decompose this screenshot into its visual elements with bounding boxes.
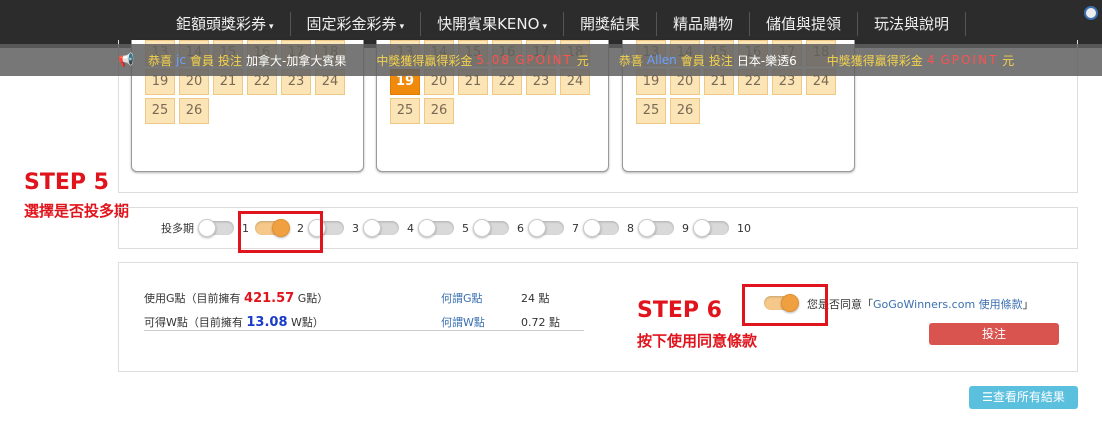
- chevron-down-icon: ▾: [399, 22, 405, 32]
- multi-period-label: 投多期: [161, 222, 194, 235]
- calendar-day[interactable]: 25: [636, 98, 666, 124]
- bet-panel: 使用G點（目前擁有 421.57 G點） 何謂G點 24 點 可得W點（目前擁有…: [118, 262, 1078, 372]
- multi-period-toggle[interactable]: [638, 219, 674, 237]
- multi-period-toggle[interactable]: [363, 219, 399, 237]
- multi-period-toggle[interactable]: [473, 219, 509, 237]
- g-points-cost: 24 點: [521, 292, 550, 305]
- chevron-down-icon: ▾: [269, 22, 274, 32]
- step6-caption: 按下使用同意條款: [637, 332, 758, 350]
- nav-fixed-prize-lottery[interactable]: 固定彩金彩券 ▾: [291, 12, 422, 36]
- chevron-down-icon: ▾: [542, 22, 547, 32]
- multi-period-number: 4: [407, 221, 414, 235]
- multi-period-number: 6: [517, 221, 524, 235]
- what-is-g-link[interactable]: 何謂G點: [441, 290, 483, 306]
- multi-period-number: 9: [682, 221, 689, 235]
- what-is-w-link[interactable]: 何謂W點: [441, 314, 485, 330]
- multi-period-number: 8: [627, 221, 634, 235]
- multi-period-number: 7: [572, 221, 579, 235]
- user-icon[interactable]: [1084, 6, 1098, 20]
- winner-ticker: 📢 恭喜 jc 會員 投注 加拿大-加拿大賓果 中獎獲得贏得彩金 5.08 GPOINT 元…: [0, 44, 1102, 76]
- step6-highlight-box: [742, 284, 828, 326]
- step5-caption: 選擇是否投多期: [24, 202, 130, 220]
- calendar-day[interactable]: 25: [145, 98, 175, 124]
- calendar-day[interactable]: 26: [670, 98, 700, 124]
- divider: [144, 330, 584, 331]
- nav-deposit-withdraw[interactable]: 儲值與提領: [750, 12, 859, 36]
- terms-link[interactable]: GoGoWinners.com 使用條款: [873, 298, 1023, 311]
- multi-period-toggle[interactable]: [528, 219, 564, 237]
- calendar-day[interactable]: 25: [390, 98, 420, 124]
- submit-bet-button[interactable]: 投注: [929, 323, 1059, 345]
- nav-jackpot-lottery[interactable]: 鉅額頭獎彩券 ▾: [160, 12, 291, 36]
- w-points-line: 可得W點（目前擁有 13.08 W點）: [144, 315, 324, 330]
- g-balance: 421.57: [244, 291, 295, 306]
- nav-draw-results[interactable]: 開獎結果: [564, 12, 657, 36]
- multi-period-toggle[interactable]: [583, 219, 619, 237]
- w-points-earned: 0.72 點: [521, 316, 560, 329]
- multi-period-number: 3: [352, 221, 359, 235]
- multi-period-number: 10: [737, 221, 751, 235]
- step5-highlight-box: [238, 211, 323, 253]
- nav-how-to-play[interactable]: 玩法與說明: [858, 12, 967, 36]
- g-points-line: 使用G點（目前擁有 421.57 G點）: [144, 291, 329, 306]
- multi-period-toggle[interactable]: [693, 219, 729, 237]
- calendar-day[interactable]: 26: [179, 98, 209, 124]
- w-balance: 13.08: [246, 315, 288, 330]
- megaphone-icon: 📢: [118, 53, 135, 68]
- nav-keno[interactable]: 快開賓果KENO ▾: [421, 12, 564, 36]
- calendar-day[interactable]: 26: [424, 98, 454, 124]
- step5-label: STEP 5: [24, 170, 109, 195]
- list-icon: ☰: [982, 390, 993, 404]
- multi-period-toggle[interactable]: [198, 219, 234, 237]
- multi-period-number: 5: [462, 221, 469, 235]
- multi-period-toggle[interactable]: [418, 219, 454, 237]
- step6-label: STEP 6: [637, 298, 722, 323]
- view-all-results-button[interactable]: ☰查看所有結果: [969, 386, 1078, 409]
- agree-terms-text: 您是否同意「GoGoWinners.com 使用條款」: [807, 298, 1034, 311]
- nav-shop[interactable]: 精品購物: [657, 12, 750, 36]
